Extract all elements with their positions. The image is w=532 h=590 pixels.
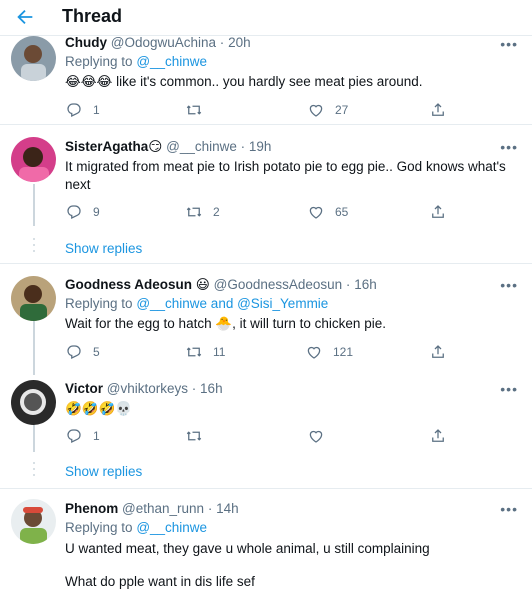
reply-button[interactable]: 1 [65, 100, 100, 120]
reply-icon [67, 429, 81, 444]
tweet-text: U wanted meat, they gave u whole animal,… [65, 541, 430, 556]
tweet-sisteragatha[interactable]: SisterAgatha😏 @__chinwe · 19h ••• It mig… [0, 125, 532, 265]
author-handle[interactable]: @ethan_runn [122, 501, 204, 516]
tweet-time[interactable]: 20h [228, 35, 251, 50]
thread-header: Thread [0, 0, 532, 36]
share-button[interactable] [429, 100, 447, 120]
retweet-icon [186, 207, 202, 217]
separator-dot: · [240, 139, 246, 154]
avatar[interactable] [11, 380, 56, 425]
avatar[interactable] [11, 276, 56, 321]
retweet-count: 2 [213, 205, 220, 219]
author-handle[interactable]: @vhiktorkeys [107, 381, 188, 396]
reply-button[interactable]: 1 [65, 426, 100, 446]
replying-to: Replying to @__chinwe and @Sisi_Yemmie [65, 296, 329, 311]
heart-icon [309, 430, 323, 443]
more-options-icon[interactable]: ••• [500, 277, 518, 293]
like-button[interactable]: 27 [307, 100, 348, 120]
separator-dot: · [191, 381, 197, 396]
like-button[interactable]: 121 [305, 342, 353, 362]
author-name[interactable]: Goodness Adeosun 😃 [65, 277, 210, 292]
retweet-count: 11 [213, 345, 226, 359]
like-count: 27 [335, 103, 349, 117]
author-name[interactable]: Victor [65, 381, 103, 396]
page-title: Thread [62, 6, 123, 26]
more-options-icon[interactable]: ••• [500, 501, 518, 517]
reply-icon [67, 103, 81, 118]
reply-button[interactable]: 9 [65, 202, 100, 222]
replying-to: Replying to @__chinwe [65, 54, 208, 69]
more-options-icon[interactable]: ••• [500, 139, 518, 155]
tweet-time[interactable]: 14h [216, 501, 239, 516]
share-icon [432, 429, 444, 442]
like-button[interactable] [307, 426, 325, 446]
share-button[interactable] [429, 426, 447, 446]
author-handle[interactable]: @GoodnessAdeosun [214, 277, 343, 292]
show-replies-link[interactable]: Show replies [65, 241, 142, 256]
reply-button[interactable]: 5 [65, 342, 100, 362]
separator-dot: · [207, 501, 213, 516]
retweet-button[interactable]: 2 [185, 202, 220, 222]
author-name[interactable]: SisterAgatha😏 [65, 139, 162, 154]
separator-dot: · [219, 35, 225, 50]
tweet-text: 😂😂😂 like it's common.. you hardly see me… [65, 74, 423, 89]
author-handle[interactable]: @__chinwe [166, 139, 237, 154]
author-name[interactable]: Chudy [65, 35, 107, 50]
reply-count: 9 [93, 205, 100, 219]
share-icon [432, 205, 444, 218]
share-button[interactable] [429, 202, 447, 222]
reply-icon [67, 345, 81, 360]
tweet-actions: 9 2 65 [65, 202, 455, 222]
retweet-icon [186, 431, 202, 441]
thread-dots [33, 462, 35, 480]
more-options-icon[interactable]: ••• [500, 36, 518, 52]
tweet-time[interactable]: 16h [354, 277, 377, 292]
tweet-text-second-line: What do pple want in dis life sef [65, 574, 255, 589]
retweet-button[interactable]: 11 [185, 342, 225, 362]
tweet-text: Wait for the egg to hatch 🐣, it will tur… [65, 316, 386, 331]
tweet-time[interactable]: 19h [249, 139, 272, 154]
heart-icon [309, 104, 323, 117]
share-button[interactable] [429, 342, 447, 362]
replying-to: Replying to @__chinwe [65, 520, 208, 535]
show-replies-link[interactable]: Show replies [65, 464, 142, 479]
retweet-icon [186, 347, 202, 357]
tweet-time[interactable]: 16h [200, 381, 223, 396]
avatar[interactable] [11, 36, 56, 81]
like-count: 65 [335, 205, 349, 219]
share-icon [432, 103, 444, 116]
back-arrow-icon[interactable] [14, 6, 36, 28]
mention-link[interactable]: @__chinwe [136, 54, 207, 69]
tweet-phenom[interactable]: Phenom @ethan_runn · 14h ••• Replying to… [0, 489, 532, 590]
heart-icon [307, 346, 321, 359]
like-count: 121 [333, 345, 354, 359]
tweet-actions: 1 [65, 426, 455, 446]
avatar[interactable] [11, 137, 56, 182]
separator-dot: · [345, 277, 351, 292]
avatar[interactable] [11, 499, 56, 544]
more-options-icon[interactable]: ••• [500, 381, 518, 397]
retweet-icon [186, 105, 202, 115]
tweet-actions: 1 27 [65, 100, 455, 120]
tweet-actions: 5 11 121 [65, 342, 455, 362]
thread-dots [33, 238, 35, 256]
tweet-goodness-adeosun[interactable]: Goodness Adeosun 😃 @GoodnessAdeosun · 16… [0, 264, 532, 374]
author-handle[interactable]: @OdogwuAchina [111, 35, 216, 50]
retweet-button[interactable] [185, 426, 203, 446]
reply-count: 1 [93, 103, 100, 117]
tweet-text: 🤣🤣🤣💀 [65, 401, 133, 416]
tweet-text: It migrated from meat pie to Irish potat… [65, 159, 506, 192]
like-button[interactable]: 65 [307, 202, 348, 222]
heart-icon [309, 206, 323, 219]
author-name[interactable]: Phenom [65, 501, 118, 516]
reply-count: 1 [93, 429, 100, 443]
reply-icon [67, 205, 81, 220]
retweet-button[interactable] [185, 100, 213, 120]
reply-count: 5 [93, 345, 100, 359]
tweet-victor[interactable]: Victor @vhiktorkeys · 16h ••• 🤣🤣🤣💀 1 Sho… [0, 374, 532, 488]
mention-link[interactable]: @__chinwe and @Sisi_Yemmie [136, 296, 328, 311]
share-icon [432, 345, 444, 358]
mention-link[interactable]: @__chinwe [136, 520, 207, 535]
